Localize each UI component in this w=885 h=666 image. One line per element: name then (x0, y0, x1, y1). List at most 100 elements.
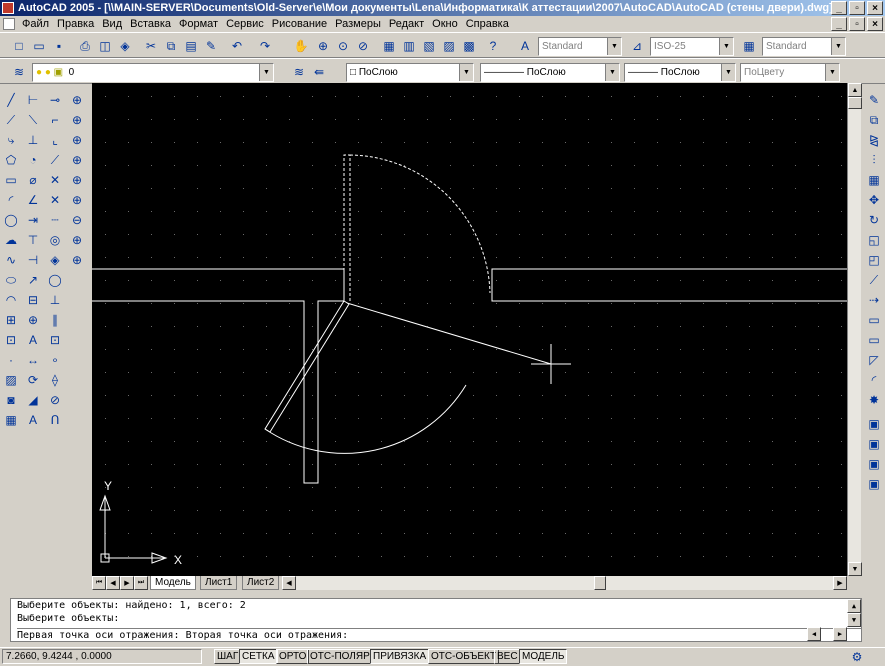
fillet-icon[interactable]: ◜ (865, 371, 883, 389)
print-icon[interactable]: ⎙ (76, 37, 94, 55)
chevron-down-icon[interactable]: ▼ (607, 38, 621, 55)
menu-draw[interactable]: Рисование (268, 18, 331, 30)
grid-toggle[interactable]: СЕТКА (239, 649, 278, 664)
snap-from-icon[interactable]: ⌐ (46, 111, 64, 129)
command-window[interactable]: Выберите объекты: найдено: 1, всего: 2 В… (10, 598, 862, 642)
design-center-icon[interactable]: ▥ (400, 37, 418, 55)
menu-view[interactable]: Вид (98, 18, 126, 30)
radius-dimension-icon[interactable]: ◔ (24, 151, 42, 169)
dim-style-select[interactable]: ISO-25 ▼ (650, 37, 734, 56)
lineweight-toggle[interactable]: ВЕС (494, 649, 521, 664)
copy-icon[interactable]: ⧉ (162, 37, 180, 55)
baseline-dimension-icon[interactable]: ⊤ (24, 231, 42, 249)
line-icon[interactable]: ╱ (2, 91, 20, 109)
close-button[interactable]: × (867, 1, 883, 15)
chevron-down-icon[interactable]: ▼ (719, 38, 733, 55)
horizontal-scroll-thumb[interactable] (594, 576, 606, 590)
chamfer-icon[interactable]: ◸ (865, 351, 883, 369)
dimension-style-icon[interactable]: ◢ (24, 391, 42, 409)
linear-dimension-icon[interactable]: ⊢ (24, 91, 42, 109)
break-at-point-icon[interactable]: ▭ (865, 311, 883, 329)
aligned-dimension-icon[interactable]: ⟍ (24, 111, 42, 129)
center-mark-icon[interactable]: ⊕ (24, 311, 42, 329)
scroll-thumb[interactable] (848, 97, 862, 109)
menu-modify[interactable]: Редакт (385, 18, 428, 30)
redo-icon[interactable]: ↷ (256, 37, 274, 55)
last-tab-button[interactable]: ⏭ (134, 576, 148, 590)
ordinate-dimension-icon[interactable]: ⊥ (24, 131, 42, 149)
print-preview-icon[interactable]: ◫ (96, 37, 114, 55)
insert-block-icon[interactable]: ⊞ (2, 311, 20, 329)
zoom-scale-icon[interactable]: ⊕ (68, 131, 86, 149)
coordinate-readout[interactable]: 7.2660, 9.4244 , 0.0000 (2, 649, 202, 664)
menu-format[interactable]: Формат (175, 18, 222, 30)
chevron-down-icon[interactable]: ▼ (259, 64, 273, 81)
zoom-window-icon[interactable]: ⊙ (334, 37, 352, 55)
dimension-text-edit-icon[interactable]: ↔ (24, 351, 42, 369)
break-icon[interactable]: ▭ (865, 331, 883, 349)
snap-intersection-icon[interactable]: ✕ (46, 171, 64, 189)
document-icon[interactable] (3, 18, 15, 30)
snap-center-icon[interactable]: ◎ (46, 231, 64, 249)
snap-quadrant-icon[interactable]: ◈ (46, 251, 64, 269)
menu-help[interactable]: Справка (462, 18, 513, 30)
copy-object-icon[interactable]: ⧉ (865, 111, 883, 129)
leader-icon[interactable]: ↗ (24, 271, 42, 289)
prev-tab-button[interactable]: ◀ (106, 576, 120, 590)
snap-toggle[interactable]: ШАГ (214, 649, 242, 664)
angular-dimension-icon[interactable]: ∠ (24, 191, 42, 209)
ortho-toggle[interactable]: ОРТО (276, 649, 310, 664)
menu-dimension[interactable]: Размеры (331, 18, 385, 30)
save-icon[interactable]: ▪ (50, 37, 68, 55)
multiline-text-icon[interactable]: A (24, 411, 42, 429)
snap-insert-icon[interactable]: ⊡ (46, 331, 64, 349)
plotstyle-select[interactable]: ПоЦвету ▼ (740, 63, 840, 82)
polygon-icon[interactable]: ⬠ (2, 151, 20, 169)
revision-cloud-icon[interactable]: ☁ (2, 231, 20, 249)
zoom-window-icon[interactable]: ⊕ (68, 91, 86, 109)
text-style-icon[interactable]: A (516, 37, 534, 55)
mirror-icon[interactable]: ⧎ (865, 131, 883, 149)
next-tab-button[interactable]: ▶ (120, 576, 134, 590)
lineweight-select[interactable]: ——— ПоСлою ▼ (624, 63, 736, 82)
zoom-dynamic-icon[interactable]: ⊕ (68, 111, 86, 129)
command-scroll-left-button[interactable]: ◀ (807, 627, 821, 641)
trim-icon[interactable]: ⟋ (865, 271, 883, 289)
table-icon[interactable]: ▦ (2, 411, 20, 429)
table-style-select[interactable]: Standard ▼ (762, 37, 846, 56)
open-file-icon[interactable]: ▭ (30, 37, 48, 55)
scale-icon[interactable]: ◱ (865, 231, 883, 249)
publish-icon[interactable]: ◈ (116, 37, 134, 55)
make-block-icon[interactable]: ⊡ (2, 331, 20, 349)
snap-endpoint-icon[interactable]: ⌞ (46, 131, 64, 149)
chevron-down-icon[interactable]: ▼ (831, 38, 845, 55)
tray-settings-icon[interactable]: ⚙ (848, 648, 866, 666)
scroll-right-button[interactable]: ▶ (833, 576, 847, 590)
circle-icon[interactable]: ◯ (2, 211, 20, 229)
extend-icon[interactable]: ⇢ (865, 291, 883, 309)
snap-node-icon[interactable]: ∘ (46, 351, 64, 369)
snap-perpendicular-icon[interactable]: ⊥ (46, 291, 64, 309)
drawing-canvas[interactable]: Y X (92, 83, 847, 576)
chevron-down-icon[interactable]: ▼ (721, 64, 735, 81)
rotate-icon[interactable]: ↻ (865, 211, 883, 229)
temporary-tracking-icon[interactable]: ⊸ (46, 91, 64, 109)
menu-file[interactable]: Файл (18, 18, 53, 30)
stretch-icon[interactable]: ◰ (865, 251, 883, 269)
snap-settings-icon[interactable]: Ո (46, 411, 64, 429)
make-current-layer-icon[interactable]: ≋ (290, 63, 308, 81)
otrack-toggle[interactable]: ОТС-ОБЪЕКТ (428, 649, 499, 664)
bring-forward-icon[interactable]: ▣ (865, 435, 883, 453)
continue-dimension-icon[interactable]: ⊣ (24, 251, 42, 269)
color-select[interactable]: □ ПоСлою ▼ (346, 63, 474, 82)
help-icon[interactable]: ? (484, 37, 502, 55)
diameter-dimension-icon[interactable]: ⌀ (24, 171, 42, 189)
menu-window[interactable]: Окно (428, 18, 462, 30)
tab-model[interactable]: Модель (150, 576, 196, 590)
pan-icon[interactable]: ✋ (292, 37, 310, 55)
draw-order-icon[interactable]: ▣ (865, 415, 883, 433)
hatch-icon[interactable]: ▨ (2, 371, 20, 389)
menu-tools[interactable]: Сервис (222, 18, 268, 30)
command-scroll-up-button[interactable]: ▲ (847, 599, 861, 613)
dim-style-icon[interactable]: ⊿ (628, 37, 646, 55)
